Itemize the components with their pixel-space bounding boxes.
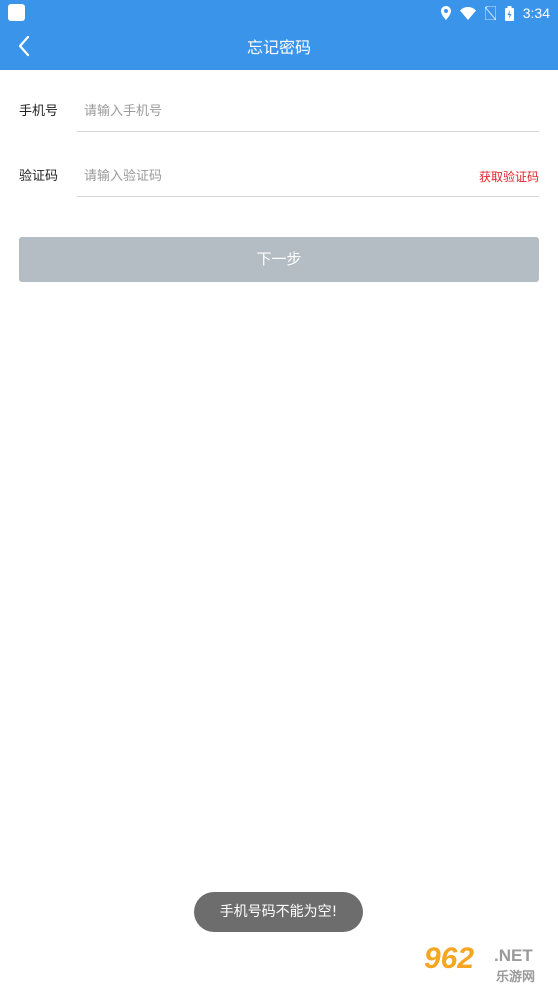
phone-row: 手机号 [0, 92, 558, 132]
page-title: 忘记密码 [246, 38, 311, 57]
back-button[interactable] [10, 34, 38, 62]
app-notification-icon [8, 4, 25, 21]
code-input-wrapper: 获取验证码 [77, 157, 539, 197]
phone-input[interactable] [84, 92, 464, 130]
get-code-button[interactable]: 获取验证码 [479, 157, 539, 197]
watermark-logo: 962 .NET 乐游网 [420, 942, 554, 986]
phone-input-wrapper [77, 92, 539, 132]
watermark-name: 乐游网 [496, 970, 536, 985]
watermark-net: .NET [494, 946, 533, 965]
next-step-button[interactable]: 下一步 [19, 237, 539, 282]
chevron-left-icon [17, 35, 31, 61]
watermark-number: 962 [424, 942, 475, 975]
no-sim-icon [484, 6, 496, 20]
status-icons: 3:34 [440, 0, 550, 26]
battery-icon [504, 5, 514, 21]
status-bar: 3:34 [0, 0, 558, 26]
toast-message: 手机号码不能为空! [194, 892, 363, 932]
verification-code-input[interactable] [84, 157, 464, 195]
app-header: 忘记密码 [0, 26, 558, 70]
code-row: 验证码 获取验证码 [0, 157, 558, 197]
code-label: 验证码 [19, 169, 59, 184]
clock-text: 3:34 [522, 5, 550, 21]
location-icon [440, 6, 451, 20]
wifi-icon [459, 6, 476, 20]
phone-label: 手机号 [19, 104, 59, 119]
